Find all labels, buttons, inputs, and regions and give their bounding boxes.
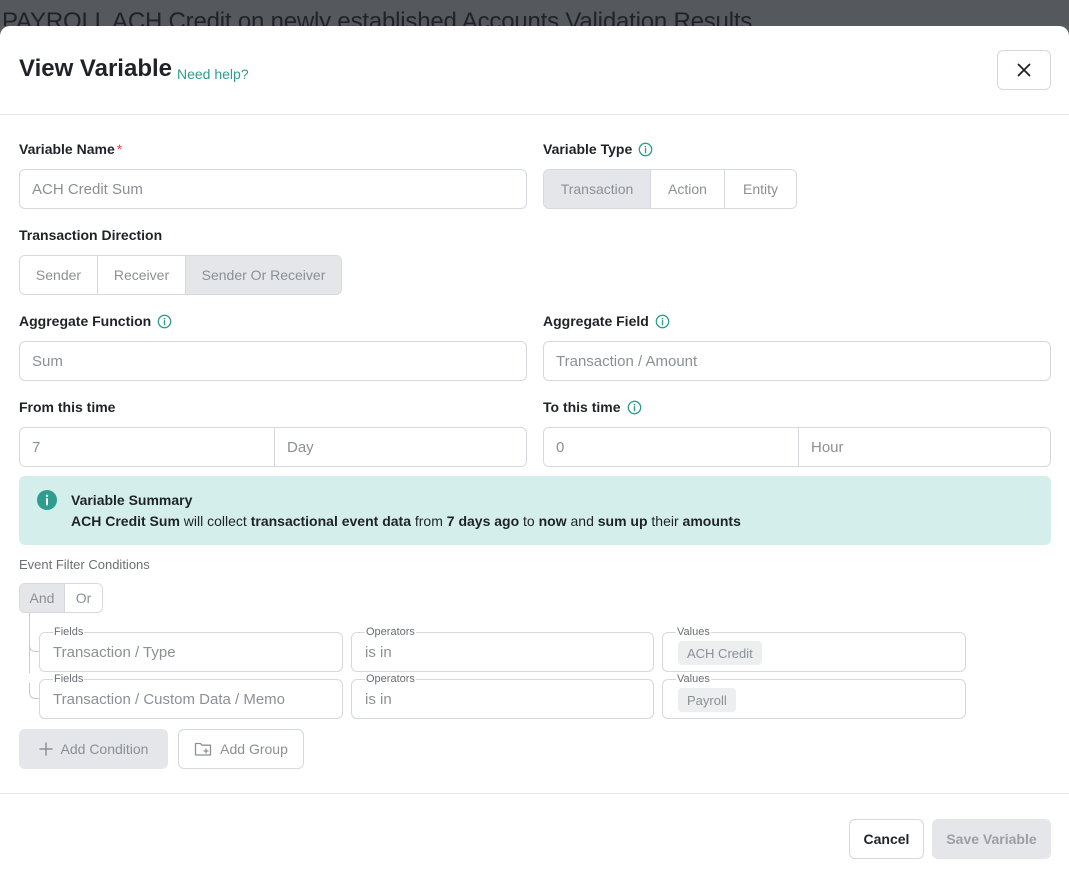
to-time-group: 0 Hour: [543, 427, 1051, 467]
variable-type-selector: Transaction Action Entity: [543, 169, 797, 209]
variable-type-label: Variable Type: [543, 141, 653, 157]
info-filled-icon: [37, 490, 57, 510]
info-icon[interactable]: [655, 314, 670, 329]
to-time-unit-select[interactable]: Hour: [798, 428, 1050, 466]
from-time-group: 7 Day: [19, 427, 527, 467]
variable-type-action[interactable]: Action: [651, 170, 725, 208]
variable-type-transaction[interactable]: Transaction: [544, 170, 651, 208]
to-time-amount-input[interactable]: 0: [544, 428, 798, 466]
plus-icon: [38, 742, 53, 756]
condition-field-select[interactable]: Fields Transaction / Custom Data / Memo: [39, 673, 343, 719]
footer-divider: [0, 793, 1069, 794]
close-button[interactable]: [997, 50, 1051, 90]
condition-values-input[interactable]: Values ACH Credit: [662, 626, 966, 672]
variable-name-label: Variable Name *: [19, 141, 123, 157]
aggregate-function-select[interactable]: Sum: [19, 341, 527, 381]
direction-receiver[interactable]: Receiver: [98, 256, 186, 294]
logic-and[interactable]: And: [20, 584, 65, 612]
variable-name-input[interactable]: ACH Credit Sum: [19, 169, 527, 209]
logic-selector: And Or: [19, 583, 103, 613]
event-filter-conditions-label: Event Filter Conditions: [19, 557, 150, 572]
transaction-direction-selector: Sender Receiver Sender Or Receiver: [19, 255, 342, 295]
direction-sender[interactable]: Sender: [20, 256, 98, 294]
required-mark: *: [116, 141, 123, 157]
add-condition-button[interactable]: Add Condition: [19, 729, 168, 769]
variable-summary-panel: Variable Summary ACH Credit Sum will col…: [19, 476, 1051, 545]
direction-sender-or-receiver[interactable]: Sender Or Receiver: [186, 256, 341, 294]
value-chip: ACH Credit: [678, 641, 762, 665]
background-page-title: PAYROLL ACH Credit on newly established …: [2, 8, 753, 26]
from-time-unit-select[interactable]: Day: [274, 428, 526, 466]
tree-branch: [29, 683, 39, 699]
tree-branch: [29, 636, 39, 652]
variable-type-entity[interactable]: Entity: [725, 170, 796, 208]
background-page: PAYROLL ACH Credit on newly established …: [0, 0, 1069, 26]
aggregate-field-value: Transaction / Amount: [556, 352, 698, 370]
save-variable-button[interactable]: Save Variable: [932, 819, 1051, 859]
transaction-direction-label: Transaction Direction: [19, 227, 163, 243]
condition-field-select[interactable]: Fields Transaction / Type: [39, 626, 343, 672]
info-icon[interactable]: [638, 142, 653, 157]
info-icon[interactable]: [627, 400, 642, 415]
aggregate-field-label: Aggregate Field: [543, 313, 670, 329]
aggregate-function-label: Aggregate Function: [19, 313, 172, 329]
condition-operator-select[interactable]: Operators is in: [351, 673, 654, 719]
condition-operator-select[interactable]: Operators is in: [351, 626, 654, 672]
condition-values-input[interactable]: Values Payroll: [662, 673, 966, 719]
from-time-label: From this time: [19, 399, 116, 415]
info-icon[interactable]: [157, 314, 172, 329]
modal-title: View Variable: [19, 55, 172, 82]
variable-name-value: ACH Credit Sum: [32, 180, 143, 198]
value-chip: Payroll: [678, 688, 736, 712]
from-time-amount-input[interactable]: 7: [20, 428, 274, 466]
folder-plus-icon: [194, 742, 212, 756]
close-icon: [1017, 63, 1031, 77]
modal-header: View Variable Need help?: [0, 26, 1069, 115]
to-time-label: To this time: [543, 399, 642, 415]
aggregate-field-select[interactable]: Transaction / Amount: [543, 341, 1051, 381]
aggregate-function-value: Sum: [32, 352, 63, 370]
view-variable-modal: View Variable Need help? Variable Name * …: [0, 26, 1069, 883]
add-group-button[interactable]: Add Group: [178, 729, 304, 769]
summary-text: ACH Credit Sum will collect transactiona…: [71, 513, 741, 529]
summary-title: Variable Summary: [71, 492, 193, 508]
cancel-button[interactable]: Cancel: [849, 819, 924, 859]
need-help-link[interactable]: Need help?: [177, 66, 249, 82]
logic-or[interactable]: Or: [65, 584, 102, 612]
